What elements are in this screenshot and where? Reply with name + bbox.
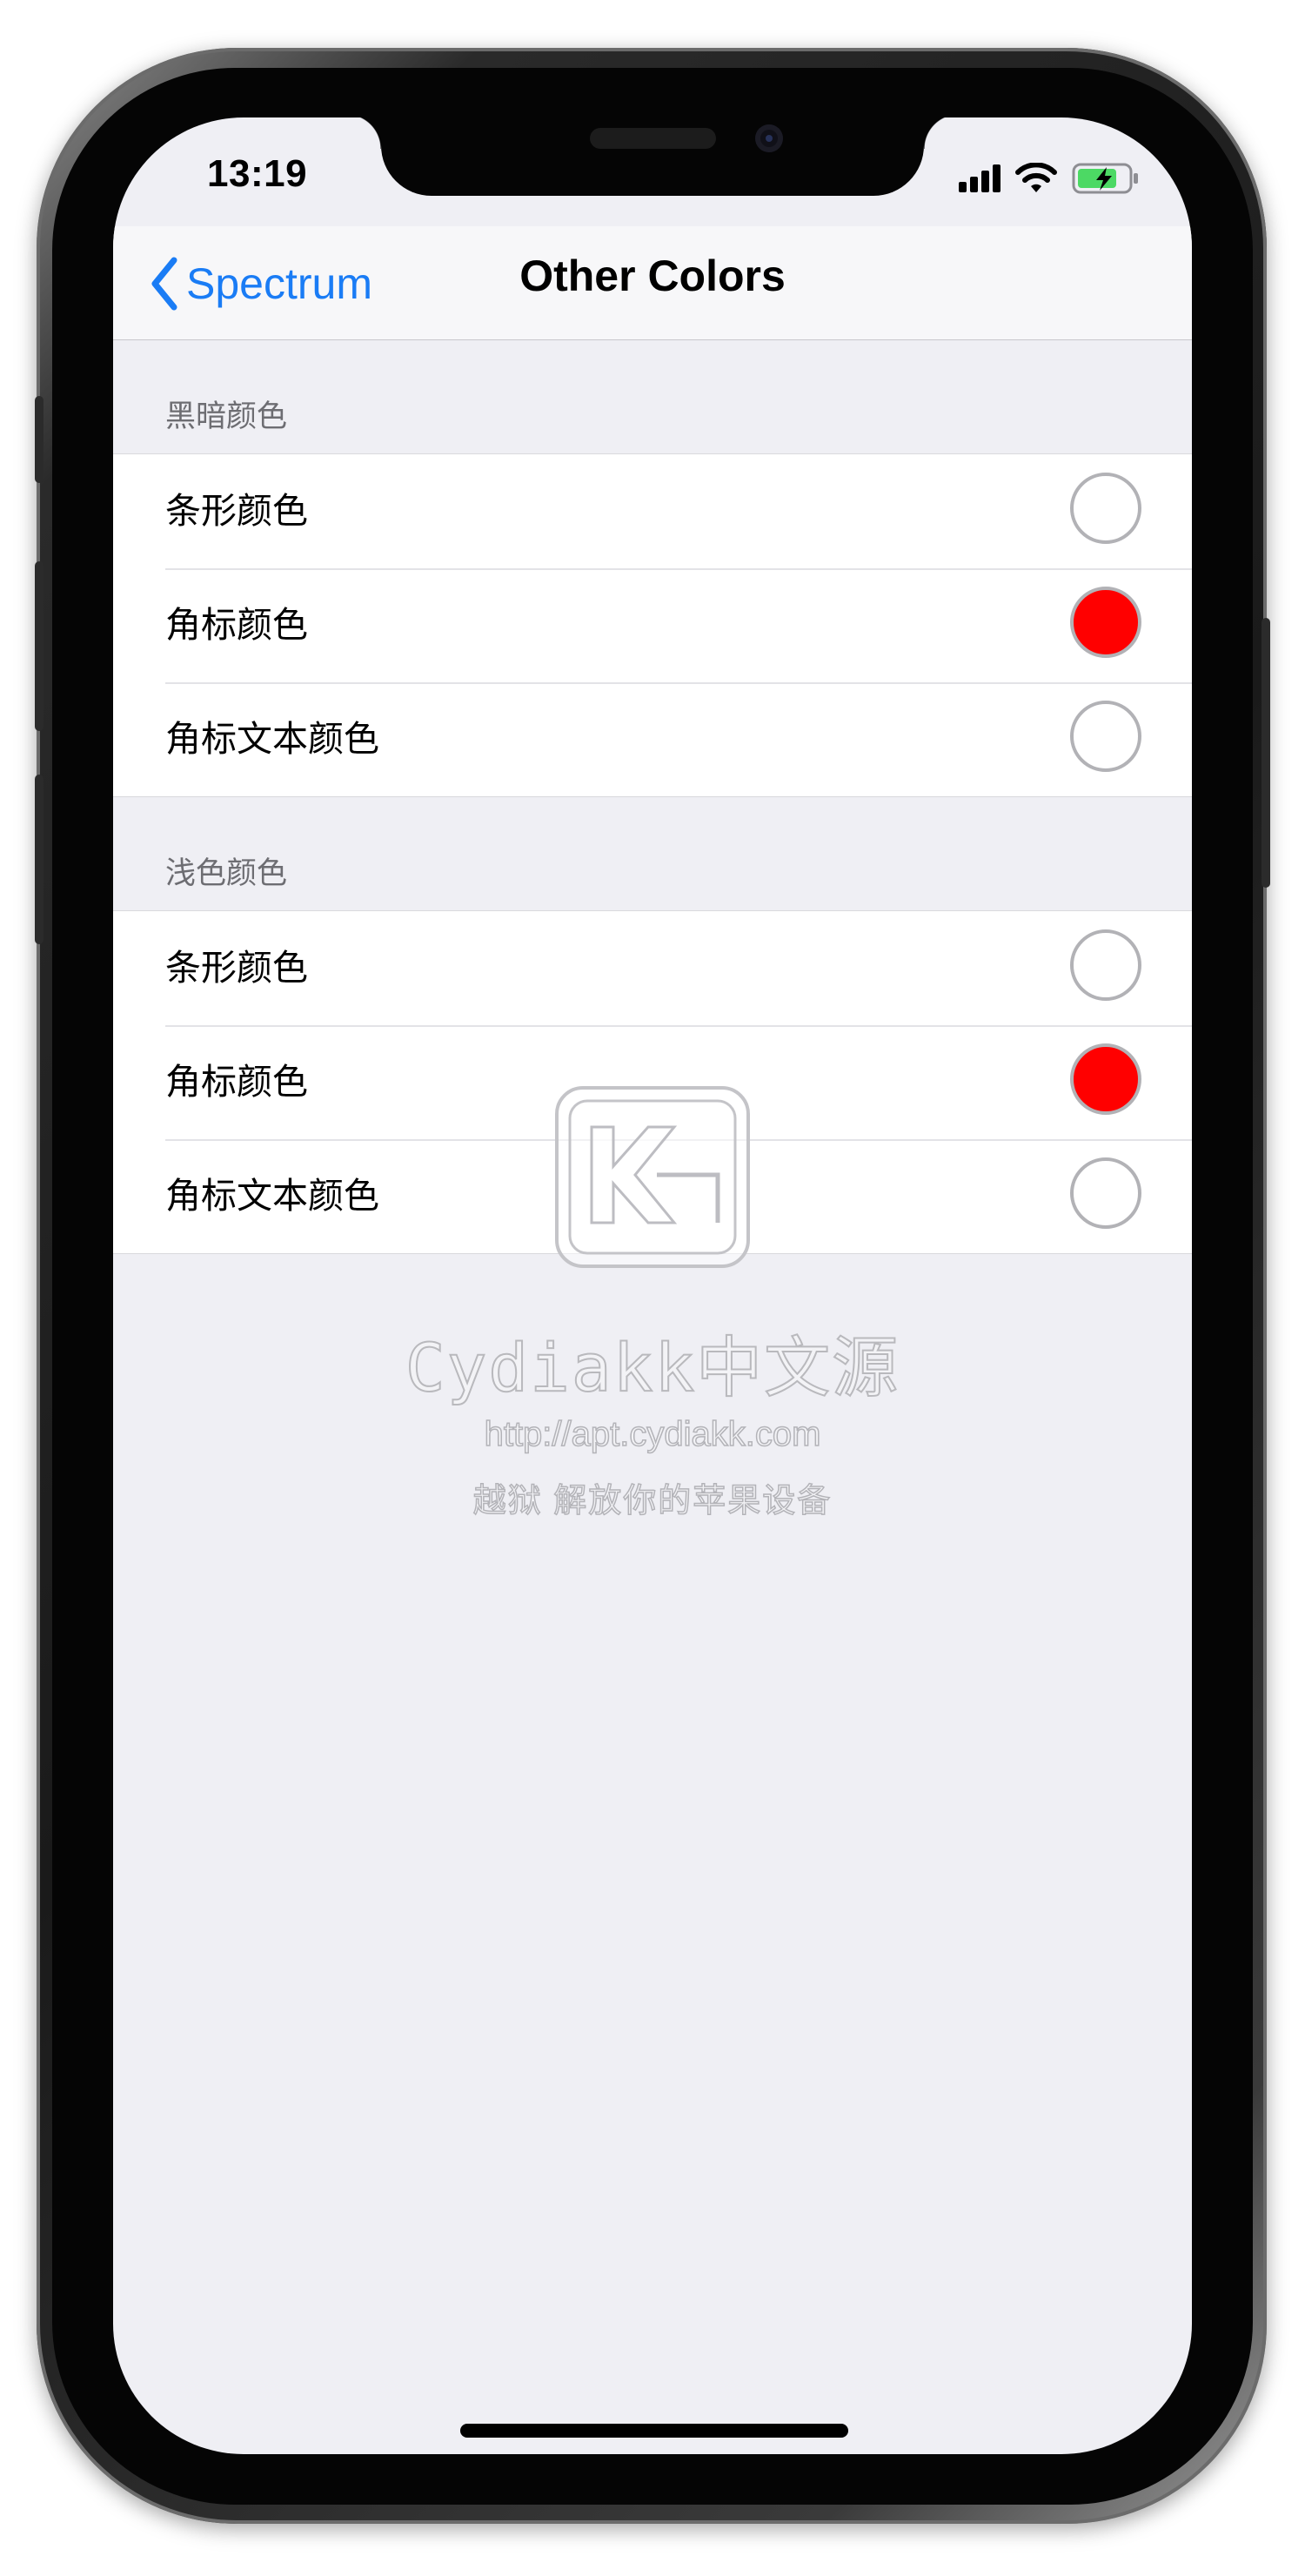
settings-list: 黑暗颜色 条形颜色 角标颜色 角标文本颜色 浅色颜色 条形颜色 角标颜色 角标文… [113,340,1192,1254]
section-header-light: 浅色颜色 [113,797,1192,910]
power-button [1262,618,1270,888]
wifi-icon [1015,163,1057,192]
section-header-dark: 黑暗颜色 [113,340,1192,453]
action-button [35,396,44,483]
page-title: Other Colors [519,252,786,300]
color-row[interactable]: 角标文本颜色 [113,682,1192,796]
row-label: 角标文本颜色 [165,1176,379,1216]
settings-group-light: 条形颜色 角标颜色 角标文本颜色 [113,910,1192,1254]
battery-charging-icon [1072,163,1138,194]
watermark-name: Cydiakk中文源 [405,1328,900,1407]
speaker-grille [590,128,716,149]
color-row[interactable]: 条形颜色 [113,911,1192,1025]
color-row[interactable]: 角标颜色 [113,1025,1192,1139]
phone-screen: 13:19 Spectrum Other Colors 黑暗颜色 条形颜色 角标… [113,117,1192,2454]
status-icons [959,161,1140,196]
color-swatch[interactable] [1070,1043,1141,1115]
watermark-url: http://apt.cydiakk.com [484,1414,821,1454]
notch [346,117,959,196]
section-header-label: 浅色颜色 [165,856,288,890]
status-time: 13:19 [207,152,308,195]
color-swatch[interactable] [1070,1157,1141,1229]
watermark-slogan: 越狱 解放你的苹果设备 [472,1482,833,1520]
front-camera [755,124,783,152]
settings-group-dark: 条形颜色 角标颜色 角标文本颜色 [113,453,1192,797]
section-header-label: 黑暗颜色 [165,399,288,433]
color-row[interactable]: 角标文本颜色 [113,1139,1192,1253]
row-label: 条形颜色 [165,948,308,988]
home-indicator[interactable] [460,2424,848,2438]
volume-down-button [35,775,44,944]
color-swatch[interactable] [1070,701,1141,772]
volume-up-button [35,561,44,731]
color-swatch[interactable] [1070,929,1141,1001]
row-label: 条形颜色 [165,491,308,531]
signal-icon [959,164,1000,192]
row-label: 角标颜色 [165,605,308,645]
color-swatch[interactable] [1070,473,1141,544]
row-label: 角标文本颜色 [165,719,379,759]
row-label: 角标颜色 [165,1062,308,1102]
navigation-bar: Spectrum Other Colors [113,226,1192,340]
color-swatch[interactable] [1070,587,1141,658]
color-row[interactable]: 角标颜色 [113,568,1192,682]
color-row[interactable]: 条形颜色 [113,454,1192,568]
